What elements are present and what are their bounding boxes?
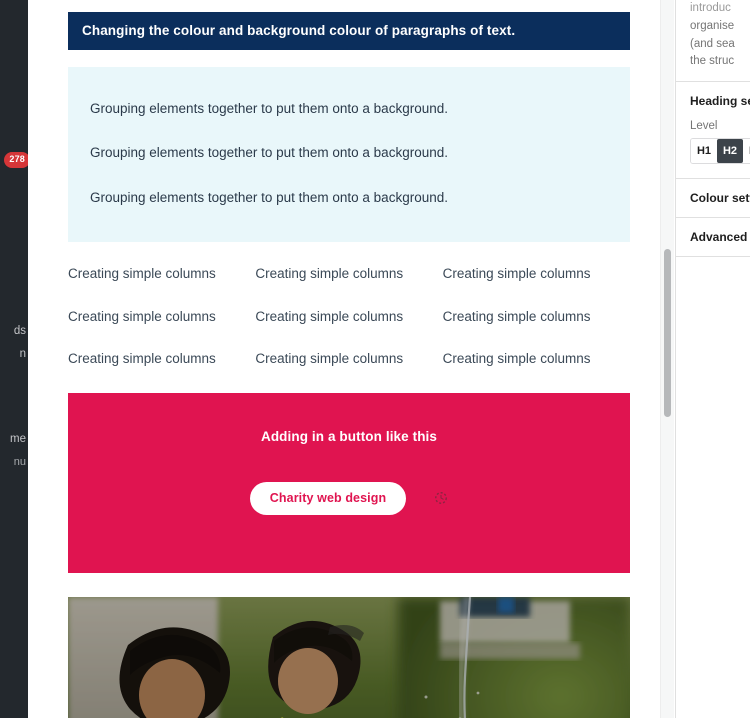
- sidebar-item-fragment-4[interactable]: nu: [14, 456, 26, 468]
- cover-overlay: [68, 596, 630, 718]
- paragraph-block[interactable]: Creating simple columns: [255, 264, 430, 284]
- column-1[interactable]: Creating simple columns Creating simple …: [68, 264, 255, 369]
- block-list: Changing the colour and background colou…: [68, 12, 630, 718]
- paragraph-block[interactable]: Creating simple columns: [68, 349, 243, 369]
- block-inspector-panel[interactable]: introduc organise (and sea the struc Hea…: [675, 0, 750, 718]
- column-3[interactable]: Creating simple columns Creating simple …: [443, 264, 630, 369]
- paragraph-block[interactable]: Creating simple columns: [255, 349, 430, 369]
- colour-settings-title[interactable]: Colour setting: [676, 179, 750, 217]
- heading-level-h3[interactable]: H3: [743, 139, 750, 164]
- paragraph-block[interactable]: Grouping elements together to put them o…: [90, 99, 608, 119]
- paragraph-block[interactable]: Creating simple columns: [443, 349, 618, 369]
- help-line-4: the struc: [690, 55, 735, 68]
- paragraph-block[interactable]: Grouping elements together to put them o…: [90, 188, 608, 208]
- heading-block-navy[interactable]: Changing the colour and background colou…: [68, 12, 630, 51]
- heading-settings-title[interactable]: Heading settin: [676, 82, 750, 120]
- editor-screen: 278 ds n me nu Changing the colour and b…: [0, 0, 750, 718]
- notification-badge: 278: [4, 152, 28, 168]
- advanced-settings-title[interactable]: Advanced: [676, 218, 750, 256]
- spinner-icon: [434, 491, 448, 505]
- button-row: Charity web design: [249, 481, 448, 515]
- group-block[interactable]: Grouping elements together to put them o…: [68, 67, 630, 242]
- heading-level-h1[interactable]: H1: [691, 139, 717, 164]
- help-line-2: organise: [690, 19, 735, 32]
- column-2[interactable]: Creating simple columns Creating simple …: [255, 264, 442, 369]
- panel-divider: [676, 256, 750, 258]
- columns-block[interactable]: Creating simple columns Creating simple …: [68, 264, 630, 369]
- editor-canvas[interactable]: Changing the colour and background colou…: [28, 0, 658, 718]
- sidebar-item-fragment-1[interactable]: ds: [14, 325, 26, 337]
- block-description-text: introduc organise (and sea the struc: [676, 0, 750, 81]
- cover-block-photo[interactable]: Clean water saves lives: [68, 596, 630, 718]
- paragraph-block[interactable]: Grouping elements together to put them o…: [90, 143, 608, 163]
- paragraph-block[interactable]: Creating simple columns: [68, 264, 243, 284]
- cover-block-crimson[interactable]: Adding in a button like this Charity web…: [68, 392, 630, 573]
- charity-web-design-button[interactable]: Charity web design: [249, 481, 407, 515]
- paragraph-block[interactable]: Creating simple columns: [68, 307, 243, 327]
- help-line-1: introduc: [690, 2, 731, 14]
- sidebar-item-fragment-3[interactable]: me: [10, 433, 26, 445]
- paragraph-block[interactable]: Creating simple columns: [443, 264, 618, 284]
- wp-admin-sidebar[interactable]: 278 ds n me nu: [0, 0, 28, 718]
- heading-level-group[interactable]: H1 H2 H3: [690, 138, 750, 165]
- paragraph-block[interactable]: Creating simple columns: [443, 307, 618, 327]
- paragraph-block[interactable]: Creating simple columns: [255, 307, 430, 327]
- level-label: Level: [690, 120, 718, 133]
- heading-level-h2[interactable]: H2: [717, 139, 743, 164]
- heading-settings-body: Level H1 H2 H3: [676, 120, 750, 178]
- canvas-scrollbar-thumb[interactable]: [664, 249, 671, 417]
- sidebar-item-fragment-2[interactable]: n: [20, 348, 26, 360]
- help-line-3: (and sea: [690, 37, 735, 50]
- cover-heading[interactable]: Adding in a button like this: [261, 429, 437, 444]
